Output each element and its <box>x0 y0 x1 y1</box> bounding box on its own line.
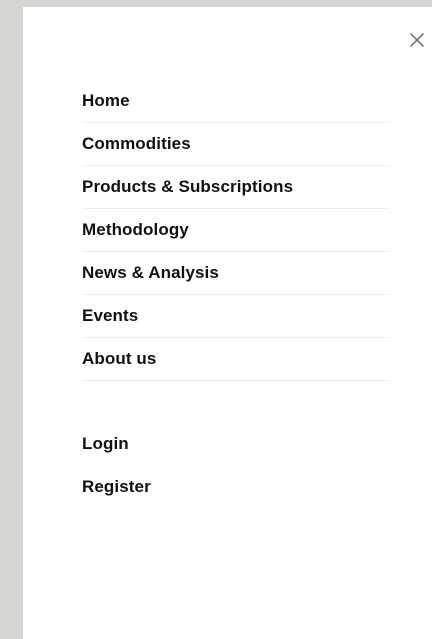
nav-item-label: Products & Subscriptions <box>82 177 294 196</box>
nav-item-label: Commodities <box>82 134 191 153</box>
close-icon <box>410 33 424 47</box>
login-label: Login <box>82 433 129 453</box>
nav-item-label: Home <box>82 91 130 110</box>
nav-item-methodology[interactable]: Methodology <box>82 209 390 252</box>
nav-item-products-subscriptions[interactable]: Products & Subscriptions <box>82 166 390 209</box>
register-label: Register <box>82 476 151 496</box>
nav-item-commodities[interactable]: Commodities <box>82 123 390 166</box>
login-link[interactable]: Login <box>82 422 390 465</box>
nav-item-label: News & Analysis <box>82 263 219 282</box>
main-nav: Home Commodities Products & Subscription… <box>82 80 390 381</box>
nav-item-events[interactable]: Events <box>82 295 390 338</box>
nav-item-news-analysis[interactable]: News & Analysis <box>82 252 390 295</box>
nav-item-label: About us <box>82 349 157 368</box>
nav-drawer: Home Commodities Products & Subscription… <box>23 7 432 639</box>
nav-item-home[interactable]: Home <box>82 80 390 123</box>
close-button[interactable] <box>402 25 432 55</box>
register-link[interactable]: Register <box>82 465 390 508</box>
nav-item-about-us[interactable]: About us <box>82 338 390 381</box>
account-nav: Login Register <box>82 422 390 508</box>
nav-item-label: Methodology <box>82 220 189 239</box>
nav-item-label: Events <box>82 306 139 325</box>
